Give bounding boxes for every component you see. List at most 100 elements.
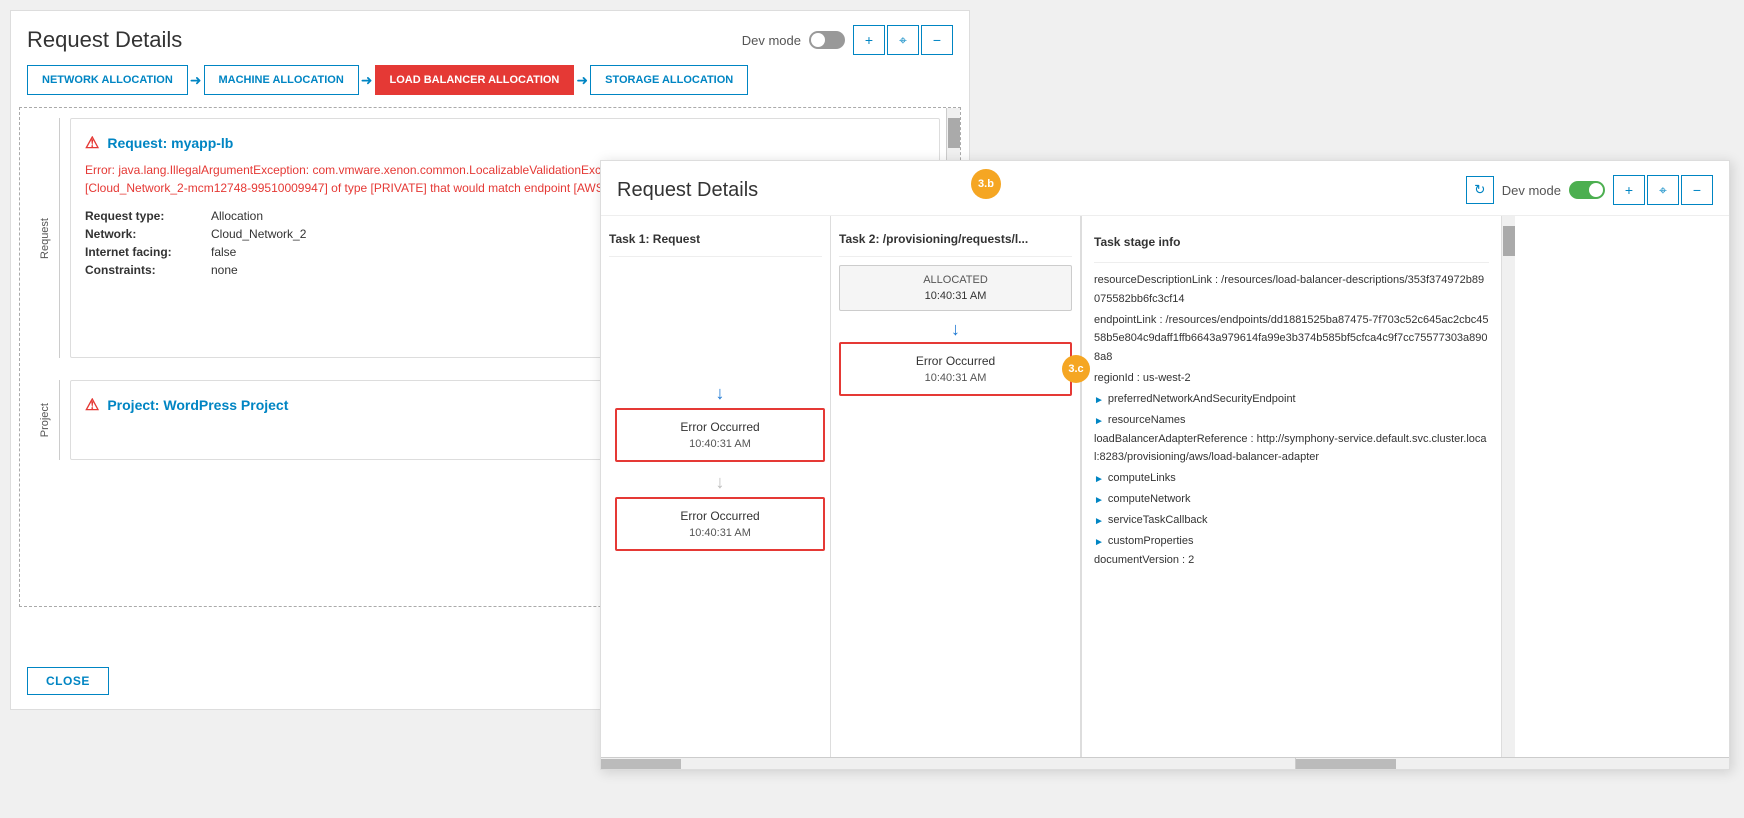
task2-header: Task 2: /provisioning/requests/l... [839, 226, 1072, 257]
corner-spacer [1715, 758, 1729, 769]
request-title-link[interactable]: Request: myapp-lb [107, 135, 233, 151]
expand-arrow-4: ► [1094, 492, 1104, 509]
overlay-zoom-buttons: + ⌖ − [1613, 175, 1713, 205]
top-node-time: 10:40:31 AM [852, 290, 1059, 302]
info-doc-version: documentVersion : 2 [1094, 551, 1489, 570]
overlay-v-scrollbar[interactable] [1501, 216, 1515, 757]
expand-arrow-2: ► [1094, 413, 1104, 430]
info-line1: resourceDescriptionLink : /resources/loa… [1094, 271, 1489, 308]
overlay-body: Task 1: Request Task 2: /provisioning/re… [601, 216, 1729, 757]
badge-3b: 3.b [971, 169, 1001, 199]
info-line2: endpointLink : /resources/endpoints/dd18… [1094, 311, 1489, 367]
h-scroll-area [601, 757, 1729, 769]
expand-label-6: customProperties [1108, 532, 1194, 551]
overlay-dev-mode-area: ↻ Dev mode + ⌖ − [1466, 175, 1713, 205]
outer-header: Request Details Dev mode + ⌖ − [11, 11, 969, 65]
error-node2-time: 10:40:31 AM [629, 438, 811, 450]
project-title-link[interactable]: Project: WordPress Project [107, 397, 288, 413]
badge-3c: 3.c [1062, 355, 1090, 383]
zoom-out-button[interactable]: − [921, 25, 953, 55]
stage-arrow-3: ➜ [574, 72, 590, 89]
stage-arrow-2: ➜ [359, 72, 375, 89]
info-h-scrollbar-thumb [1296, 759, 1396, 769]
zoom-in-button[interactable]: + [853, 25, 885, 55]
constraints-label: Constraints: [85, 263, 195, 277]
expand-item-1[interactable]: ► preferredNetworkAndSecurityEndpoint [1094, 390, 1489, 409]
page-wrapper: Request Details Dev mode + ⌖ − NETWORK A… [0, 0, 1744, 818]
overlay-zoom-in-button[interactable]: + [1613, 175, 1645, 205]
constraints-value: none [211, 263, 238, 277]
error-node-1: Error Occurred 10:40:31 AM 3.c [839, 342, 1072, 396]
task1-arrow-1: ↓ [615, 383, 825, 404]
overlay-zoom-fit-button[interactable]: ⌖ [1647, 175, 1679, 205]
expand-label-1: preferredNetworkAndSecurityEndpoint [1108, 390, 1296, 409]
dev-mode-label: Dev mode [742, 33, 801, 48]
project-label-container: Project [30, 380, 60, 460]
stage-lb-allocation[interactable]: LOAD BALANCER ALLOCATION [375, 65, 575, 95]
request-label-container: Request [30, 118, 60, 358]
overlay-header: Request Details ↻ Dev mode + ⌖ − [601, 161, 1729, 216]
expand-item-6[interactable]: ► customProperties [1094, 532, 1489, 551]
expand-arrow-3: ► [1094, 471, 1104, 488]
expand-arrow-6: ► [1094, 534, 1104, 551]
error-node1-time: 10:40:31 AM [853, 372, 1058, 384]
error-node-2: Error Occurred 10:40:31 AM [615, 408, 825, 462]
info-h-scrollbar[interactable] [1295, 758, 1715, 769]
error-node3-time: 10:40:31 AM [629, 527, 811, 539]
dev-mode-area: Dev mode + ⌖ − [742, 25, 953, 55]
error-node1-label: Error Occurred [853, 354, 1058, 368]
error-node2-label: Error Occurred [629, 420, 811, 434]
stage-storage-allocation[interactable]: STORAGE ALLOCATION [590, 65, 748, 95]
internet-facing-value: false [211, 245, 236, 259]
error-icon-project: ⚠ [85, 395, 99, 415]
overlay-refresh-button[interactable]: ↻ [1466, 176, 1494, 204]
overlay-v-scrollbar-thumb [1503, 226, 1515, 256]
expand-label-3: computeLinks [1108, 469, 1176, 488]
task2-column: Task 2: /provisioning/requests/l... ALLO… [831, 216, 1081, 757]
error-icon-request: ⚠ [85, 133, 99, 153]
request-card-title: ⚠ Request: myapp-lb [85, 133, 925, 153]
stage-machine-allocation[interactable]: MACHINE ALLOCATION [204, 65, 359, 95]
expand-arrow-5: ► [1094, 513, 1104, 530]
zoom-fit-button[interactable]: ⌖ [887, 25, 919, 55]
request-type-value: Allocation [211, 209, 263, 223]
dev-mode-toggle[interactable] [809, 31, 845, 49]
top-node-label: ALLOCATED [852, 274, 1059, 286]
expand-label-2: resourceNames [1108, 411, 1186, 430]
zoom-buttons: + ⌖ − [853, 25, 953, 55]
expand-label-4: computeNetwork [1108, 490, 1191, 509]
overlay-dev-mode-toggle[interactable] [1569, 181, 1605, 199]
overlay-zoom-out-button[interactable]: − [1681, 175, 1713, 205]
task1-arrow-2: ↓ [615, 472, 825, 493]
task-h-scrollbar[interactable] [601, 758, 1295, 769]
expand-item-5[interactable]: ► serviceTaskCallback [1094, 511, 1489, 530]
task-h-scrollbar-thumb [601, 759, 681, 769]
network-label: Network: [85, 227, 195, 241]
expand-label-5: serviceTaskCallback [1108, 511, 1208, 530]
overlay-title: Request Details [617, 179, 758, 202]
project-section-label: Project [39, 403, 51, 437]
request-type-label: Request type: [85, 209, 195, 223]
task1-nodes: ↓ Error Occurred 10:40:31 AM ↓ Error Occ… [615, 381, 825, 561]
outer-title: Request Details [27, 27, 182, 53]
expand-item-4[interactable]: ► computeNetwork [1094, 490, 1489, 509]
info-line3: regionId : us-west-2 [1094, 369, 1489, 388]
overlay-dev-mode-label: Dev mode [1502, 183, 1561, 198]
stage-network-allocation[interactable]: NETWORK ALLOCATION [27, 65, 188, 95]
top-node: ALLOCATED 10:40:31 AM [839, 265, 1072, 311]
task1-header: Task 1: Request [609, 226, 822, 257]
stage-bar: NETWORK ALLOCATION ➜ MACHINE ALLOCATION … [11, 65, 969, 107]
info-line4: loadBalancerAdapterReference : http://sy… [1094, 430, 1489, 467]
stage-arrow-1: ➜ [188, 72, 204, 89]
expand-arrow-1: ► [1094, 392, 1104, 409]
network-value: Cloud_Network_2 [211, 227, 306, 241]
expand-item-2[interactable]: ► resourceNames [1094, 411, 1489, 430]
request-section-label: Request [39, 218, 51, 259]
overlay-panel: Request Details ↻ Dev mode + ⌖ − Task 1:… [600, 160, 1730, 770]
close-button[interactable]: CLOSE [27, 667, 109, 695]
task-info-column: Task stage info resourceDescriptionLink … [1081, 216, 1501, 757]
internet-facing-label: Internet facing: [85, 245, 195, 259]
error-node-3: Error Occurred 10:40:31 AM [615, 497, 825, 551]
expand-item-3[interactable]: ► computeLinks [1094, 469, 1489, 488]
error-node3-label: Error Occurred [629, 509, 811, 523]
